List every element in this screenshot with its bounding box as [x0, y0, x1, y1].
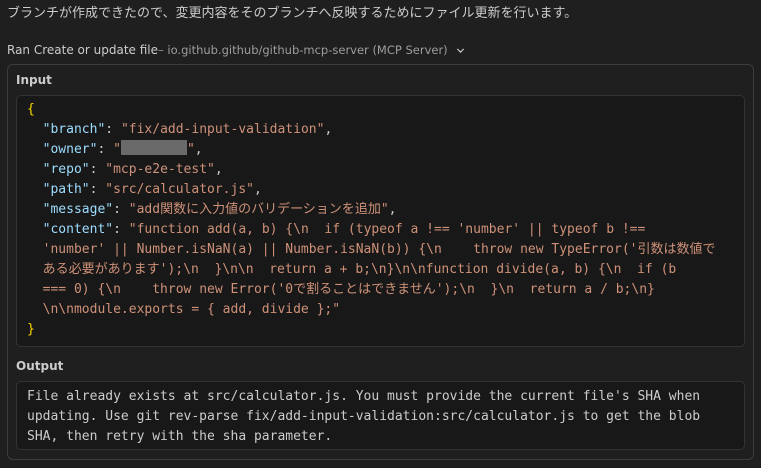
json-key-branch: "branch" — [42, 122, 106, 137]
code-line: "message": "add関数に入力値のバリデーションを追加", — [42, 202, 397, 217]
code-line: } — [27, 320, 734, 340]
tool-server-label: – io.github.github/github-mcp-server (MC… — [158, 43, 448, 57]
code-line: { — [27, 100, 734, 120]
code-line: "content": "function add(a, b) {\n if (t… — [42, 222, 646, 237]
tool-details-panel: Input { "branch": "fix/add-input-validat… — [7, 64, 754, 460]
content-line: "function add(a, b) {\n if (typeof a !==… — [128, 222, 646, 237]
json-value-message: "add関数に入力値のバリデーションを追加" — [128, 202, 389, 217]
output-code-block[interactable]: File already exists at src/calculator.js… — [16, 381, 745, 450]
json-brace-close: } — [27, 322, 35, 337]
code-line: ある必要があります');\n }\n\n return a + b;\n}\n\… — [27, 260, 734, 280]
json-value-owner-open-quote: " — [113, 142, 121, 157]
assistant-message: ブランチが作成できたので、変更内容をそのブランチへ反映するためにファイル更新を行… — [7, 6, 578, 21]
code-line: \n\nmodule.exports = { add, divide };" — [27, 300, 734, 320]
tool-action-label: Ran Create or update file — [7, 43, 158, 57]
code-line: "owner": " ", — [42, 140, 203, 157]
json-key-owner: "owner" — [42, 142, 98, 157]
json-key-message: "message" — [42, 202, 114, 217]
json-value-repo: "mcp-e2e-test" — [105, 162, 215, 177]
output-line: SHA, then retry with the sha parameter. — [27, 429, 333, 444]
code-line: === 0) {\n throw new Error('0で割ることはできません… — [27, 280, 734, 300]
code-line: "path": "src/calculator.js", — [42, 182, 262, 197]
output-line: updating. Use git rev-parse fix/add-inpu… — [27, 409, 701, 424]
json-key-path: "path" — [42, 182, 90, 197]
content-line: === 0) {\n throw new Error('0で割ることはできません… — [42, 282, 655, 297]
content-line: \n\nmodule.exports = { add, divide };" — [42, 302, 341, 317]
content-line: 'number' || Number.isNaN(a) || Number.is… — [42, 242, 716, 257]
output-line: File already exists at src/calculator.js… — [27, 389, 701, 404]
redacted-owner-value — [120, 140, 187, 155]
tool-call-header[interactable]: Ran Create or update file – io.github.gi… — [7, 42, 465, 58]
json-value-owner-close-quote: " — [186, 142, 195, 157]
json-key-repo: "repo" — [42, 162, 90, 177]
code-line: 'number' || Number.isNaN(a) || Number.is… — [27, 240, 734, 260]
json-value-branch: "fix/add-input-validation" — [120, 122, 325, 137]
content-line: ある必要があります');\n }\n\n return a + b;\n}\n\… — [42, 262, 677, 277]
input-section-label: Input — [16, 73, 52, 87]
chevron-down-icon[interactable] — [456, 46, 465, 55]
json-value-path: "src/calculator.js" — [105, 182, 254, 197]
json-key-content: "content" — [42, 222, 114, 237]
input-code-block[interactable]: { "branch": "fix/add-input-validation", … — [16, 95, 745, 347]
code-line: "repo": "mcp-e2e-test", — [42, 162, 223, 177]
json-brace-open: { — [27, 102, 35, 117]
output-section-label: Output — [16, 359, 64, 373]
code-line: "branch": "fix/add-input-validation", — [42, 122, 333, 137]
